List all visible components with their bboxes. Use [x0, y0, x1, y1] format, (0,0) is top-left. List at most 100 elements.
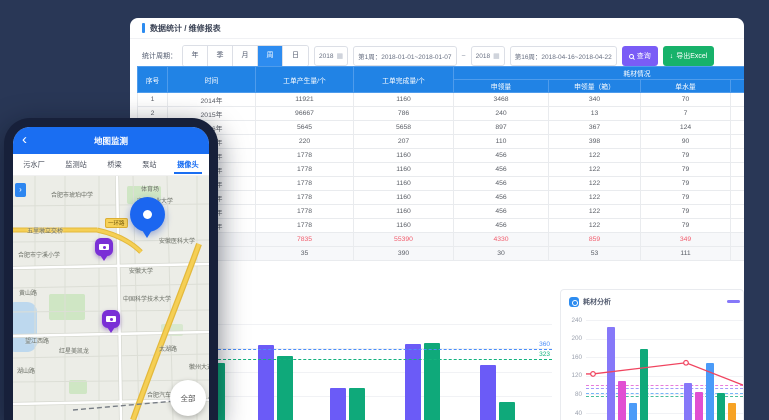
col-created: 工单产生量/个: [256, 67, 354, 93]
table-row: 32016年56455658897367124129: [138, 121, 745, 135]
table-row: 72020年177811604561227967: [138, 177, 745, 191]
camera-pin-icon[interactable]: [95, 238, 113, 256]
table-row: 42017年2202071103989019: [138, 135, 745, 149]
map-label: 五里墩立交桥: [27, 226, 63, 235]
map-label: 太湖路: [159, 344, 177, 353]
search-icon: [629, 54, 634, 59]
calendar-icon: ▦: [493, 52, 500, 60]
query-button[interactable]: 查询: [622, 46, 658, 66]
report-table-wrap: 序号 时间 工单产生量/个 工单完成量/个 耗材情况 申领量 申领量（箱） 单水…: [137, 66, 744, 278]
period-option[interactable]: 周: [258, 46, 283, 66]
phone-tab-bar: 污水厂 监测站 桥梁 泵站 摄像头: [13, 154, 209, 176]
materials-chart-card: 耗材分析 2402001601208040: [560, 289, 744, 420]
phone-header: ‹ 地图监测: [13, 127, 209, 154]
average-row: 平均值 35 390 30 53 111 140: [138, 247, 745, 261]
y-tick: 80: [562, 391, 582, 398]
table-row: 82021年177811604561227967: [138, 191, 745, 205]
col-sub-4: 水量: [731, 80, 745, 93]
report-table-body: 12014年11921116034683407025022015年9666778…: [138, 93, 745, 233]
breadcrumb-accent: [142, 23, 145, 33]
map-label: 安徽医科大学: [159, 236, 195, 245]
selected-location-pin-icon[interactable]: [130, 197, 165, 232]
bar: [258, 345, 274, 420]
year-start-select[interactable]: 2018 ▦: [314, 46, 348, 66]
map-label: 合肥市宁溪小学: [18, 250, 60, 259]
col-time: 时间: [168, 67, 256, 93]
table-row: 62019年177811604561227967: [138, 163, 745, 177]
col-sub-3: 单水量: [641, 80, 731, 93]
period-option[interactable]: 年: [183, 46, 208, 66]
period-label: 统计周期：: [142, 51, 177, 61]
map-label: 中国科学技术大学: [123, 294, 171, 303]
materials-chart-title-row: 耗材分析: [569, 297, 611, 307]
map-label: 体育场: [141, 184, 159, 193]
road-badge: 一环路: [105, 218, 128, 228]
tab-3[interactable]: 桥梁: [107, 156, 121, 174]
map-label: 合肥市琥珀中学: [51, 190, 93, 199]
year-end-select[interactable]: 2018 ▦: [471, 46, 505, 66]
chart-title-icon: [569, 297, 579, 307]
download-icon: ↓: [670, 53, 674, 60]
filter-bar: 统计周期： 年季月周日 2018 ▦ 第1周：2018-01-01~2018-0…: [142, 44, 714, 68]
range-separator: ~: [462, 53, 466, 60]
map-label: 红星美凯龙: [59, 346, 89, 355]
tab-5[interactable]: 摄像头: [177, 156, 199, 174]
map-label: 徽州大道: [189, 362, 209, 371]
bar: [330, 388, 346, 420]
table-row: 12014年119211160346834070250: [138, 93, 745, 107]
calendar-icon: ▦: [336, 52, 343, 60]
range-start-input[interactable]: 第1周：2018-01-01~2018-01-07: [353, 46, 456, 66]
map-view[interactable]: 体育场安徽农业大学合肥市琥珀中学五里墩立交桥安徽医科大学合肥市宁溪小学安徽大学黄…: [13, 176, 209, 420]
period-option[interactable]: 月: [233, 46, 258, 66]
y-tick: 120: [562, 372, 582, 379]
dashboard-card: 数据统计 / 维修报表 统计周期： 年季月周日 2018 ▦ 第1周：2018-…: [130, 18, 744, 420]
expand-icon[interactable]: ›: [15, 183, 26, 197]
total-row: 合计 7835 55390 4330 859 349 330: [138, 233, 745, 247]
report-table: 序号 时间 工单产生量/个 工单完成量/个 耗材情况 申领量 申领量（箱） 单水…: [137, 66, 744, 261]
bar: [480, 365, 496, 420]
tab-1[interactable]: 污水厂: [23, 156, 45, 174]
phone-title: 地图监测: [94, 135, 128, 147]
col-sub-2: 申领量（箱）: [549, 80, 641, 93]
camera-pin-icon[interactable]: [102, 310, 120, 328]
col-completed: 工单完成量/个: [354, 67, 454, 93]
map-label: 黄山路: [19, 288, 37, 297]
breadcrumb: 数据统计 / 维修报表: [150, 23, 221, 34]
period-option[interactable]: 日: [283, 46, 308, 66]
tab-4[interactable]: 泵站: [142, 156, 156, 174]
show-all-button[interactable]: 全部: [170, 380, 206, 416]
col-sub-1: 申领量: [454, 80, 549, 93]
y-tick: 200: [562, 335, 582, 342]
trend-line: [586, 320, 743, 420]
camera-glyph-icon: [106, 316, 116, 322]
bar: [424, 343, 440, 420]
bar: [405, 344, 421, 420]
period-option[interactable]: 季: [208, 46, 233, 66]
y-tick: 40: [562, 410, 582, 417]
period-segment: 年季月周日: [182, 45, 309, 67]
table-row: 102023年177811604561227967: [138, 219, 745, 233]
table-row: 92022年177811604561227967: [138, 205, 745, 219]
col-index: 序号: [138, 67, 168, 93]
breadcrumb-bar: 数据统计 / 维修报表: [130, 18, 744, 39]
phone-mockup: ‹ 地图监测 污水厂 监测站 桥梁 泵站 摄像头: [4, 118, 218, 420]
tab-2[interactable]: 监测站: [65, 156, 87, 174]
map-label: 望江西路: [25, 336, 49, 345]
map-label: 安徽大学: [129, 266, 153, 275]
y-tick: 160: [562, 354, 582, 361]
reference-line: 323: [208, 359, 552, 360]
workorder-bar-chart: 360323: [208, 318, 552, 420]
range-end-input[interactable]: 第16周：2018-04-16~2018-04-22: [510, 46, 617, 66]
table-row: 52018年177811604561227967: [138, 149, 745, 163]
materials-chart-title: 耗材分析: [583, 297, 611, 307]
materials-legend-dash: [727, 300, 740, 303]
bar: [349, 388, 365, 420]
back-icon[interactable]: ‹: [22, 130, 27, 150]
page: { "dashboard": { "breadcrumb": "数据统计 / 维…: [0, 0, 769, 420]
table-row: 22015年96667786240137690: [138, 107, 745, 121]
camera-glyph-icon: [99, 244, 109, 250]
export-excel-button[interactable]: ↓ 导出Excel: [663, 46, 715, 66]
bar: [499, 402, 515, 420]
phone-screen: ‹ 地图监测 污水厂 监测站 桥梁 泵站 摄像头: [13, 127, 209, 420]
bar: [277, 356, 293, 420]
